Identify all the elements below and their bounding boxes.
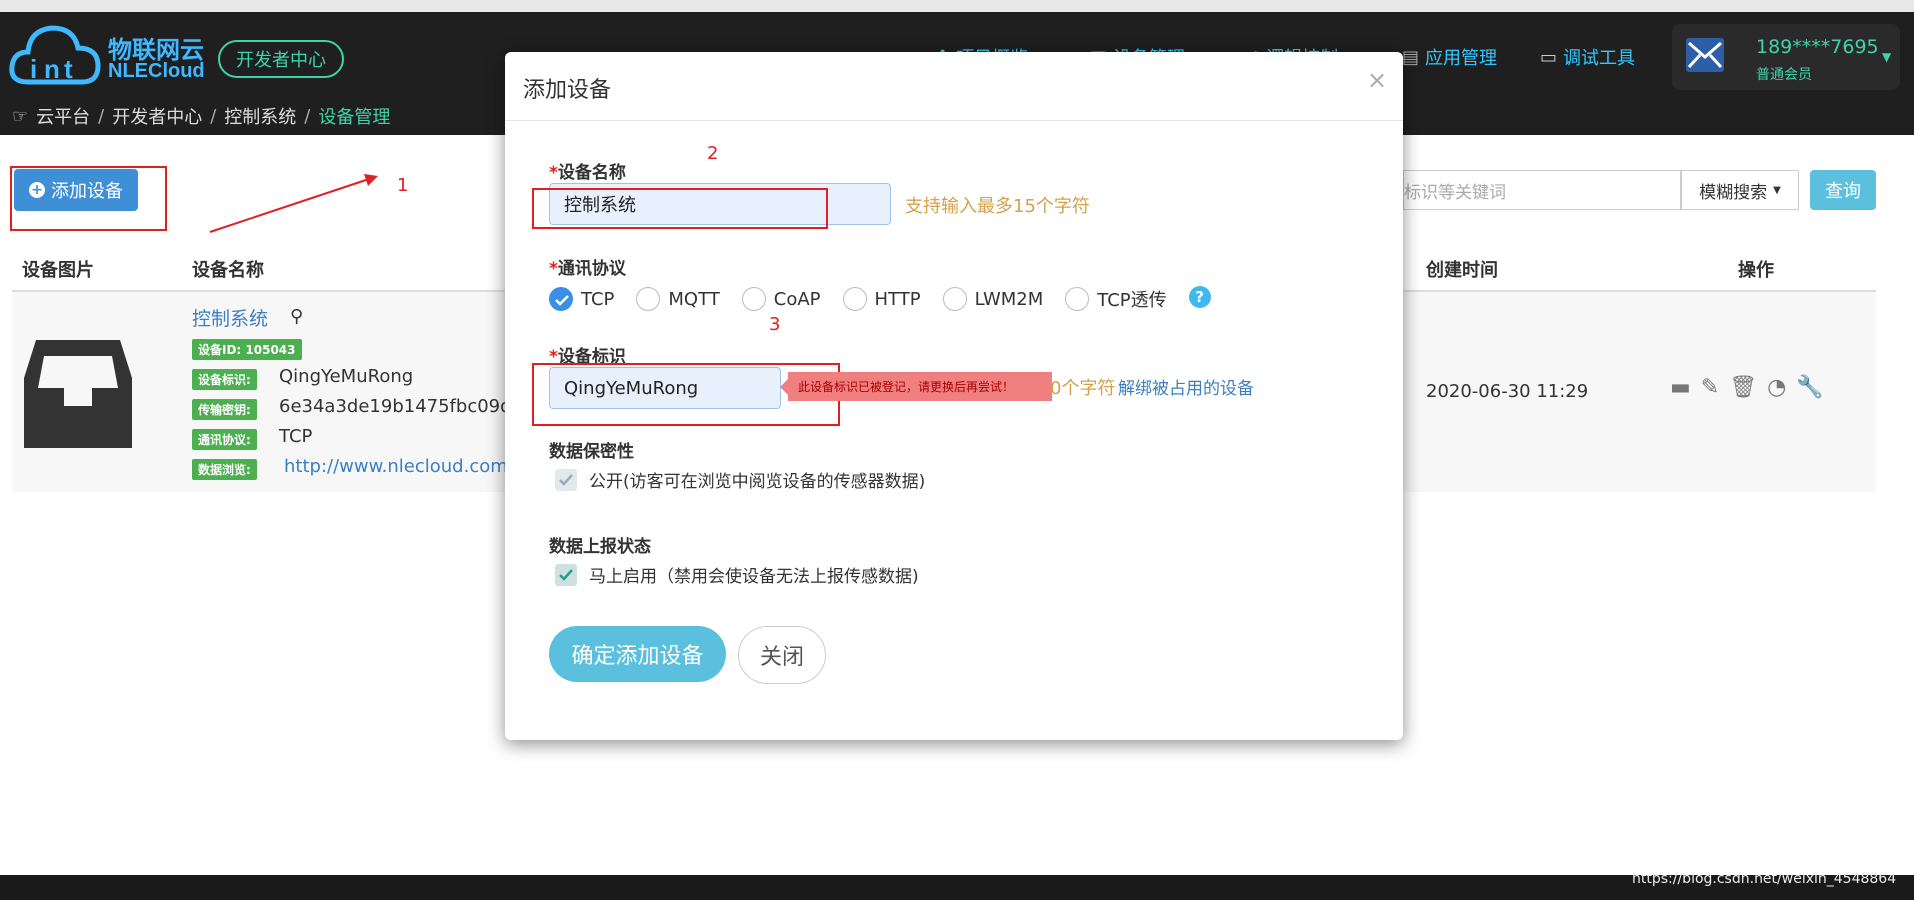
privacy-label: 数据保密性 — [549, 442, 634, 462]
annotation-number-3: 3 — [769, 314, 781, 335]
user-level: 普通会员 — [1756, 67, 1812, 83]
protocol-value: TCP — [279, 426, 313, 447]
watermark: https://blog.csdn.net/weixin_4548864 — [1632, 871, 1897, 887]
nav-app-management[interactable]: ▤ 应用管理 — [1402, 44, 1497, 70]
header-created-time: 创建时间 — [1426, 260, 1498, 281]
device-tag-label: 设备标识: — [192, 369, 257, 390]
hand-pointer-icon: ☞ — [12, 105, 29, 127]
data-browse-link[interactable]: http://www.nlecloud.com/ — [284, 456, 514, 477]
location-pin-icon[interactable]: ⚲ — [290, 306, 303, 327]
report-checkbox[interactable]: 马上启用（禁用会使设备无法上报传感数据) — [555, 562, 919, 587]
header-actions: 操作 — [1738, 260, 1774, 281]
svg-text:t: t — [64, 54, 73, 84]
created-time: 2020-06-30 11:29 — [1426, 381, 1589, 402]
device-id-badge: 设备ID: 105043 — [192, 339, 302, 360]
header-device-image: 设备图片 — [22, 260, 94, 281]
header-device-name: 设备名称 — [192, 260, 264, 281]
annotation-box-2 — [532, 188, 828, 229]
trash-icon[interactable]: 🗑 — [1729, 375, 1757, 400]
app-icon: ▤ — [1402, 46, 1420, 68]
wrench-icon[interactable]: 🔧 — [1796, 375, 1823, 400]
annotation-box-1 — [10, 166, 167, 231]
developer-center-button[interactable]: 开发者中心 — [218, 40, 344, 78]
transfer-key-value: 6e34a3de19b1475fbc09dd7 — [279, 396, 535, 417]
transfer-key-label: 传输密钥: — [192, 399, 257, 420]
device-name-link[interactable]: 控制系统 — [192, 304, 268, 331]
chevron-down-icon: ▼ — [1882, 50, 1892, 64]
tooltip-arrow — [780, 379, 788, 395]
add-device-modal: 添加设备 × *设备名称 2 控制系统 支持输入最多15个字符 *通讯协议 TC… — [505, 52, 1403, 740]
radio-coap[interactable]: CoAP — [741, 286, 821, 312]
radio-http[interactable]: HTTP — [842, 286, 921, 312]
protocol-label: 通讯协议: — [192, 429, 257, 450]
search-input[interactable]: 标识等关键词 — [1403, 170, 1681, 210]
confirm-add-device-button[interactable]: 确定添加设备 — [549, 626, 726, 682]
mail-icon — [1686, 38, 1724, 72]
protocol-field-label: *通讯协议 — [549, 259, 626, 279]
breadcrumb-separator: / — [210, 105, 217, 127]
query-button[interactable]: 查询 — [1810, 170, 1876, 210]
caret-down-icon: ▼ — [1773, 184, 1781, 196]
hdd-icon[interactable]: ▬ — [1670, 375, 1691, 400]
radio-tcp-passthrough[interactable]: TCP透传 — [1065, 286, 1167, 312]
modal-header-divider — [505, 120, 1403, 121]
radio-checked-icon — [549, 287, 573, 311]
close-button[interactable]: 关闭 — [738, 626, 826, 684]
cloud-logo-icon: i n t — [9, 25, 101, 85]
privacy-checkbox[interactable]: 公开(访客可在浏览中阅览设备的传感器数据) — [555, 467, 925, 492]
close-icon[interactable]: × — [1367, 66, 1387, 94]
breadcrumb-cloud-platform[interactable]: 云平台 — [36, 103, 90, 129]
radio-mqtt[interactable]: MQTT — [636, 286, 720, 312]
device-tag-hint: 0个字符 — [1050, 378, 1116, 399]
device-name-hint: 支持输入最多15个字符 — [905, 196, 1090, 217]
breadcrumb-device-management: 设备管理 — [318, 107, 391, 128]
user-menu[interactable]: 189****7695 普通会员 ▼ — [1672, 24, 1900, 90]
unbind-device-link[interactable]: 解绑被占用的设备 — [1118, 374, 1254, 399]
radio-tcp[interactable]: TCP — [549, 286, 614, 312]
nlecloud-logo[interactable]: i n t — [8, 20, 103, 90]
nav-debug-tools[interactable]: ▭ 调试工具 — [1540, 44, 1635, 70]
svg-text:i: i — [30, 54, 37, 84]
breadcrumb-separator: / — [304, 105, 311, 127]
annotation-number-2: 2 — [707, 143, 719, 164]
laptop-icon: ▭ — [1540, 46, 1558, 68]
user-phone: 189****7695 — [1756, 36, 1879, 58]
breadcrumb-control-system[interactable]: 控制系统 — [224, 103, 296, 129]
breadcrumb-separator: / — [98, 105, 105, 127]
breadcrumb-developer-center[interactable]: 开发者中心 — [112, 103, 202, 129]
tag-error-tooltip: 此设备标识已被登记，请更换后再尝试！ — [788, 372, 1052, 401]
gauge-icon[interactable]: ◔ — [1767, 375, 1786, 400]
search-mode-dropdown[interactable]: 模糊搜索 ▼ — [1681, 170, 1799, 210]
device-tag-value: QingYeMuRong — [279, 366, 414, 387]
data-browse-label: 数据浏览: — [192, 459, 257, 480]
help-icon[interactable]: ? — [1188, 286, 1211, 308]
annotation-arrow — [209, 174, 378, 233]
brand-name-en: NLECloud — [108, 60, 205, 82]
svg-text:n: n — [44, 54, 60, 84]
checkbox-checked-icon — [555, 563, 577, 586]
device-name-label: *设备名称 — [549, 163, 626, 183]
inbox-device-icon — [22, 338, 134, 450]
radio-lwm2m[interactable]: LWM2M — [942, 286, 1043, 312]
modal-title: 添加设备 — [523, 78, 612, 103]
checkbox-checked-icon — [555, 468, 577, 491]
report-status-label: 数据上报状态 — [549, 537, 651, 557]
edit-icon[interactable]: ✎ — [1701, 375, 1719, 400]
annotation-number-1: 1 — [397, 175, 409, 196]
footer-bar — [0, 875, 1914, 900]
